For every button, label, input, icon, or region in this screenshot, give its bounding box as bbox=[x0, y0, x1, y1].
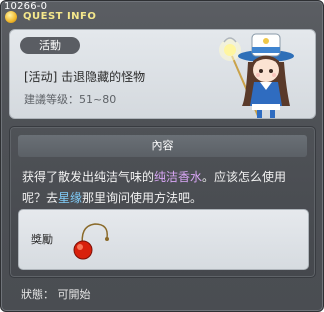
description-text: 。应该怎么使用 bbox=[202, 170, 287, 184]
reward-box: 獎勵 bbox=[18, 209, 309, 270]
quest-icon bbox=[5, 11, 17, 23]
quest-category-badge: 活動 bbox=[20, 37, 80, 54]
description-text: 获得了散发出纯洁气味的 bbox=[22, 170, 155, 184]
window-title: QUEST INFO bbox=[23, 11, 97, 22]
reward-label: 獎勵 bbox=[31, 233, 53, 246]
npc-highlight: 星缘 bbox=[58, 191, 83, 205]
npc-portrait-icon bbox=[219, 33, 294, 118]
quest-content-panel: 內容 获得了散发出纯洁气味的纯洁香水。应该怎么使用 呢？去星缘那里询问使用方法吧… bbox=[9, 126, 316, 278]
content-header: 內容 bbox=[18, 135, 307, 157]
description-text: 呢？去 bbox=[22, 191, 59, 205]
item-highlight: 纯洁香水 bbox=[154, 170, 203, 184]
quest-name: [活动] 击退隐藏的怪物 bbox=[24, 70, 146, 84]
reward-item-icon[interactable] bbox=[69, 218, 115, 262]
description-text: 那里询问使用方法吧。 bbox=[82, 191, 203, 205]
recommended-level: 建議等级：51~80 bbox=[24, 93, 117, 106]
quest-info-window: 10266-0 QUEST INFO 活動 [活动] 击退隐藏的怪物 建議等级：… bbox=[0, 0, 324, 312]
quest-status: 狀態： 可開始 bbox=[21, 288, 91, 301]
quest-description: 获得了散发出纯洁气味的纯洁香水。应该怎么使用 呢？去星缘那里询问使用方法吧。 bbox=[22, 167, 307, 209]
quest-summary-panel: 活動 [活动] 击退隐藏的怪物 建議等级：51~80 bbox=[9, 29, 316, 119]
